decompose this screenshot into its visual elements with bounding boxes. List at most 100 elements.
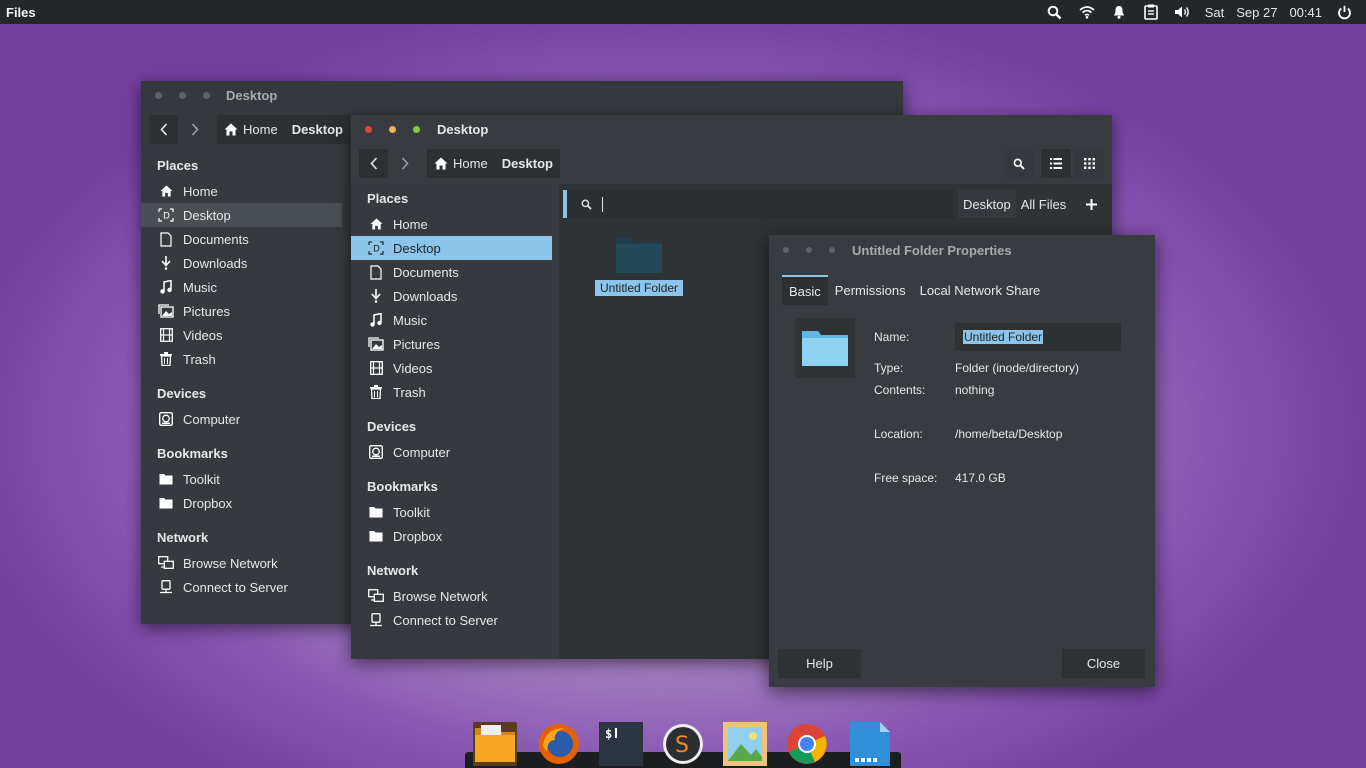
file-item[interactable]: Untitled Folder <box>595 236 684 296</box>
dialog-titlebar[interactable]: Untitled Folder Properties <box>769 235 1155 263</box>
help-button[interactable]: Help <box>778 649 861 678</box>
contents-label: Contents: <box>874 383 926 397</box>
sidebar-item-connect-to-server[interactable]: Connect to Server <box>141 575 342 599</box>
minimize-button[interactable] <box>179 91 186 99</box>
close-button[interactable] <box>155 91 162 99</box>
computer-icon <box>157 411 175 427</box>
folder-preview <box>795 318 855 378</box>
search-input[interactable] <box>563 190 953 218</box>
breadcrumb-current[interactable]: Desktop <box>284 114 350 144</box>
svg-text:D: D <box>373 245 380 255</box>
sidebar-item-label: Videos <box>183 327 223 343</box>
type-value: Folder (inode/directory) <box>955 361 1080 375</box>
firefox-dock-icon[interactable] <box>537 722 581 766</box>
app-menu[interactable]: Files <box>6 5 36 20</box>
sidebar-item-toolkit[interactable]: Toolkit <box>141 467 342 491</box>
sidebar-item-pictures[interactable]: Pictures <box>141 299 342 323</box>
svg-text:D: D <box>163 212 170 222</box>
sidebar-item-desktop[interactable]: D Desktop <box>351 236 552 260</box>
music-icon <box>157 279 175 295</box>
sidebar-item-label: Downloads <box>393 288 458 304</box>
breadcrumb-home[interactable]: Home <box>427 148 495 178</box>
sidebar-item-label: Desktop <box>393 240 441 256</box>
free-space-value: 417.0 GB <box>955 471 1006 485</box>
network-icon <box>367 588 385 604</box>
files-dock-icon[interactable] <box>473 722 517 766</box>
close-dialog-button[interactable]: Close <box>1062 649 1145 678</box>
sidebar-item-desktop[interactable]: D Desktop <box>141 203 342 227</box>
sidebar-item-label: Documents <box>183 231 249 247</box>
sidebar-item-music[interactable]: Music <box>141 275 342 299</box>
maximize-button[interactable] <box>829 247 835 253</box>
name-field[interactable]: Untitled Folder <box>955 323 1121 351</box>
folder-icon <box>367 528 385 544</box>
search-icon[interactable] <box>1039 0 1071 24</box>
download-icon <box>367 288 385 304</box>
forward-button[interactable] <box>390 149 419 178</box>
sidebar-item-downloads[interactable]: Downloads <box>141 251 342 275</box>
back-button[interactable] <box>359 148 388 178</box>
sidebar-header-network: Network <box>157 530 209 545</box>
grid-view-button[interactable] <box>1074 149 1104 178</box>
properties-dialog[interactable]: Untitled Folder Properties Basic Permiss… <box>769 235 1155 687</box>
sidebar-item-label: Trash <box>183 351 216 367</box>
sidebar-item-toolkit[interactable]: Toolkit <box>351 500 552 524</box>
sidebar-header-places: Places <box>367 191 409 206</box>
search-location-desktop[interactable]: Desktop <box>958 190 1016 218</box>
breadcrumb-current[interactable]: Desktop <box>494 148 560 178</box>
titlebar[interactable]: Desktop <box>141 81 903 109</box>
close-button[interactable] <box>783 247 789 253</box>
power-icon[interactable] <box>1328 0 1360 24</box>
sidebar-item-connect-to-server[interactable]: Connect to Server <box>351 608 552 632</box>
tab-basic[interactable]: Basic <box>782 275 828 305</box>
sidebar-item-videos[interactable]: Videos <box>351 356 552 380</box>
sidebar-item-browse-network[interactable]: Browse Network <box>141 551 342 575</box>
sidebar-item-dropbox[interactable]: Dropbox <box>351 524 552 548</box>
titlebar[interactable]: Desktop <box>351 115 1112 143</box>
sidebar-item-trash[interactable]: Trash <box>351 380 552 404</box>
close-button[interactable] <box>365 125 372 133</box>
back-button[interactable] <box>149 114 178 144</box>
trash-icon <box>157 351 175 367</box>
sidebar-item-downloads[interactable]: Downloads <box>351 284 552 308</box>
clock-date[interactable]: Sep 27 <box>1230 5 1283 20</box>
sidebar-item-trash[interactable]: Trash <box>141 347 342 371</box>
terminal-dock-icon[interactable]: $ <box>599 722 643 766</box>
sidebar-item-documents[interactable]: Documents <box>351 260 552 284</box>
chrome-dock-icon[interactable] <box>785 722 829 766</box>
clock-day[interactable]: Sat <box>1199 5 1231 20</box>
bell-icon[interactable] <box>1103 0 1135 24</box>
sidebar-item-videos[interactable]: Videos <box>141 323 342 347</box>
tab-permissions[interactable]: Permissions <box>828 275 913 305</box>
sidebar-item-computer[interactable]: Computer <box>351 440 552 464</box>
list-view-button[interactable] <box>1041 149 1071 178</box>
sidebar-item-label: Toolkit <box>393 504 430 520</box>
sidebar-item-pictures[interactable]: Pictures <box>351 332 552 356</box>
minimize-button[interactable] <box>806 247 812 253</box>
sidebar-item-music[interactable]: Music <box>351 308 552 332</box>
breadcrumb-home[interactable]: Home <box>217 114 285 144</box>
tab-local-network-share[interactable]: Local Network Share <box>913 275 1048 305</box>
sidebar-item-dropbox[interactable]: Dropbox <box>141 491 342 515</box>
forward-button[interactable] <box>180 115 209 144</box>
search-toggle-button[interactable] <box>1004 149 1034 178</box>
clipboard-icon[interactable] <box>1135 0 1167 24</box>
maximize-button[interactable] <box>413 125 420 133</box>
volume-icon[interactable] <box>1167 0 1199 24</box>
add-search-criteria-button[interactable] <box>1077 190 1106 218</box>
sidebar-item-label: Music <box>183 279 217 295</box>
sidebar-item-home[interactable]: Home <box>351 212 552 236</box>
text-editor-dock-icon[interactable] <box>847 722 891 766</box>
search-location-all-files[interactable]: All Files <box>1015 190 1072 218</box>
image-viewer-dock-icon[interactable] <box>723 722 767 766</box>
sidebar-item-home[interactable]: Home <box>141 179 342 203</box>
sublime-text-dock-icon[interactable]: S <box>661 722 705 766</box>
desktop-icon: D <box>367 240 385 256</box>
maximize-button[interactable] <box>203 91 210 99</box>
sidebar-item-documents[interactable]: Documents <box>141 227 342 251</box>
clock-time[interactable]: 00:41 <box>1283 5 1328 20</box>
sidebar-item-browse-network[interactable]: Browse Network <box>351 584 552 608</box>
minimize-button[interactable] <box>389 125 396 133</box>
sidebar-item-computer[interactable]: Computer <box>141 407 342 431</box>
wifi-icon[interactable] <box>1071 0 1103 24</box>
